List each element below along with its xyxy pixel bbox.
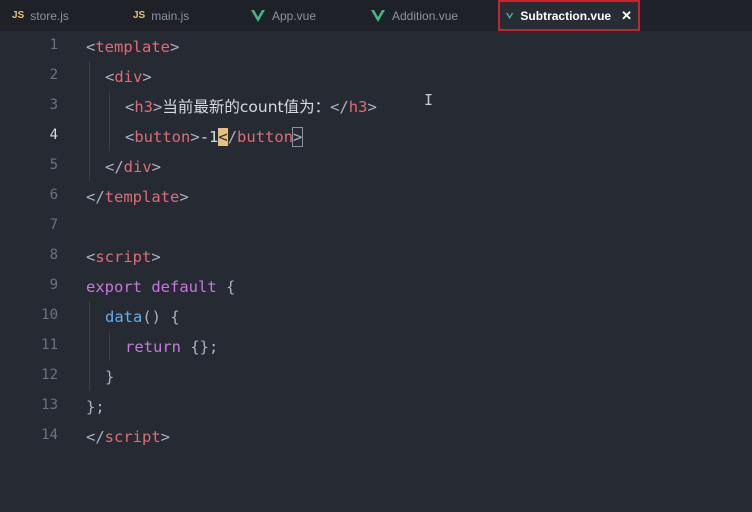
indent-guide — [109, 331, 110, 361]
vue-file-icon — [251, 9, 265, 22]
indent-guide — [89, 301, 90, 391]
code-line-9: export default { — [86, 278, 236, 296]
tab-main-js[interactable]: JS main.js — [133, 0, 189, 31]
code-line-11: return {}; — [125, 338, 219, 356]
code-line-4: <button>-1</button> — [125, 127, 304, 147]
vue-file-icon — [506, 12, 514, 19]
code-editor[interactable]: <template> <div> <h3>当前最新的count值为：</h3> … — [0, 31, 752, 512]
tab-bar: JS store.js JS main.js App.vue Addition.… — [0, 0, 752, 31]
text-cursor: < — [218, 128, 228, 146]
tab-label: main.js — [151, 8, 190, 23]
tab-app-vue[interactable]: App.vue — [251, 0, 316, 31]
code-line-12: } — [105, 368, 115, 386]
code-line-2: <div> — [105, 68, 152, 86]
vue-file-icon — [371, 9, 385, 22]
code-line-6: </template> — [86, 188, 189, 206]
code-line-5: </div> — [105, 158, 162, 176]
code-line-1: <template> — [86, 38, 180, 56]
close-icon[interactable]: ✕ — [621, 8, 632, 24]
tab-label: Subtraction.vue — [520, 8, 612, 23]
indent-guide — [109, 91, 110, 151]
tab-addition-vue[interactable]: Addition.vue — [371, 0, 458, 31]
code-line-13: }; — [86, 398, 105, 416]
bracket-match-highlight: > — [292, 127, 304, 147]
tab-label: Addition.vue — [392, 8, 459, 23]
code-line-3: <h3>当前最新的count值为：</h3> — [125, 98, 377, 116]
tab-label: App.vue — [272, 8, 317, 23]
tab-label: store.js — [30, 8, 69, 23]
js-file-icon: JS — [133, 10, 146, 21]
tab-subtraction-vue[interactable]: Subtraction.vue ✕ — [498, 0, 640, 31]
code-line-8: <script> — [86, 248, 161, 266]
code-line-10: data() { — [105, 308, 180, 326]
mouse-ibeam-cursor: I — [424, 91, 434, 109]
tab-store-js[interactable]: JS store.js — [12, 0, 69, 31]
code-line-14: </script> — [86, 428, 171, 446]
js-file-icon: JS — [12, 10, 25, 21]
indent-guide — [89, 61, 90, 181]
